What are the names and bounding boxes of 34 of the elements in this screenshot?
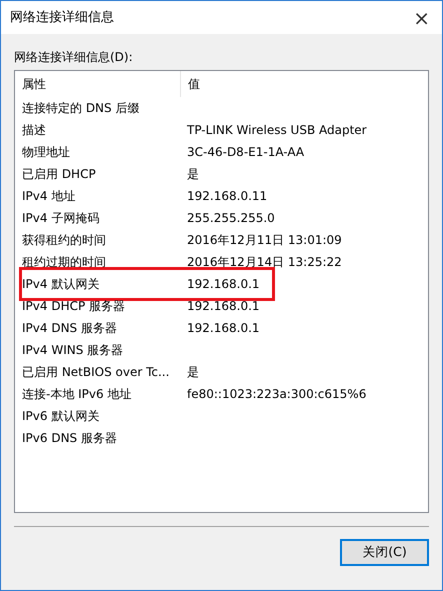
value-cell-text: 192.168.0.1 bbox=[186, 298, 260, 315]
value-cell-text: 255.255.255.0 bbox=[186, 210, 275, 227]
value-cell-text: 192.168.0.11 bbox=[186, 188, 268, 205]
property-cell-text: IPv4 默认网关 bbox=[21, 276, 100, 293]
value-cell-text: 3C-46-D8-E1-1A-AA bbox=[186, 144, 304, 161]
value-cell-text: 2016年12月14日 13:25:22 bbox=[186, 254, 342, 271]
value-cell-text: 192.168.0.1 bbox=[186, 276, 260, 293]
column-header[interactable]: 属性 bbox=[15, 71, 181, 97]
property-cell-text: IPv4 地址 bbox=[21, 188, 76, 205]
property-cell-text: 已启用 NetBIOS over Tc... bbox=[21, 364, 170, 381]
value-cell-text: 2016年12月11日 13:01:09 bbox=[186, 232, 342, 249]
value-cell-text: 是 bbox=[186, 364, 199, 381]
property-cell-text: IPv4 DNS 服务器 bbox=[21, 320, 118, 337]
property-cell-text: 连接-本地 IPv6 地址 bbox=[21, 386, 132, 403]
value-cell-text: TP-LINK Wireless USB Adapter bbox=[186, 122, 367, 139]
window-title: 网络连接详细信息 bbox=[10, 8, 114, 27]
property-cell-text: 获得租约的时间 bbox=[21, 232, 107, 249]
list-label: 网络连接详细信息(D): bbox=[14, 49, 134, 66]
column-header[interactable]: 值 bbox=[181, 71, 200, 97]
property-cell-text: 描述 bbox=[21, 122, 47, 139]
property-cell-text: IPv6 DNS 服务器 bbox=[21, 430, 118, 447]
value-cell-text: fe80::1023:223a:300:c615%6 bbox=[186, 386, 366, 403]
property-cell-text: 已启用 DHCP bbox=[21, 166, 97, 183]
property-cell-text: IPv4 子网掩码 bbox=[21, 210, 100, 227]
value-cell-text: 是 bbox=[186, 166, 199, 183]
close-button[interactable]: × bbox=[401, 8, 442, 28]
property-cell-text: IPv6 默认网关 bbox=[21, 408, 100, 425]
property-cell-text: IPv4 WINS 服务器 bbox=[21, 342, 124, 359]
property-cell-text: 租约过期的时间 bbox=[21, 254, 107, 271]
value-cell-text: 192.168.0.1 bbox=[186, 320, 260, 337]
property-cell-text: 连接特定的 DNS 后缀 bbox=[21, 100, 140, 117]
property-cell-text: IPv4 DHCP 服务器 bbox=[21, 298, 126, 315]
close-button[interactable]: 关闭(C) bbox=[340, 539, 429, 566]
property-cell-text: 物理地址 bbox=[21, 144, 71, 161]
